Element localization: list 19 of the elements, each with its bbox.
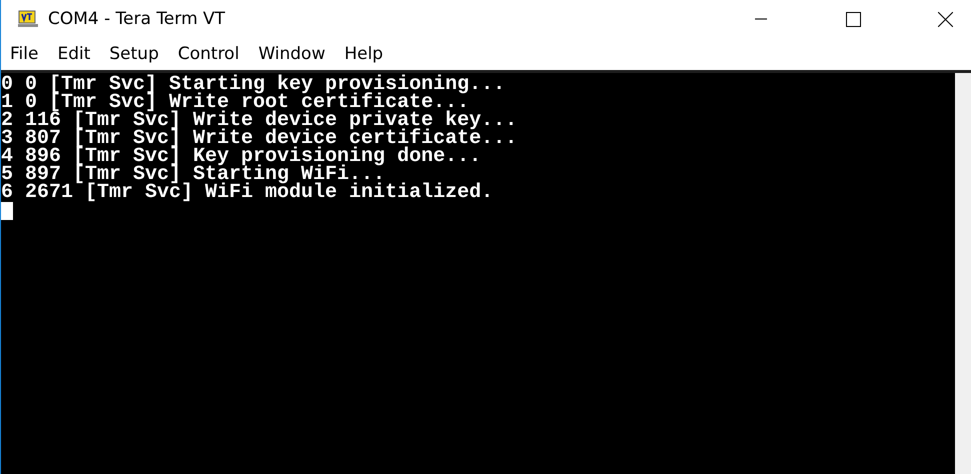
menu-item[interactable]: Control xyxy=(170,44,246,64)
menu-item[interactable]: Setup xyxy=(102,44,166,64)
terminal-line: 5 897 [Tmr Svc] Starting WiFi... xyxy=(1,166,386,184)
menu-item[interactable]: Edit xyxy=(50,44,98,64)
terminal-line: 0 0 [Tmr Svc] Starting key provisioning... xyxy=(1,76,506,94)
menu-item[interactable]: File xyxy=(3,44,46,64)
window-title: COM4 - Tera Term VT xyxy=(48,9,226,29)
cursor-block xyxy=(1,202,13,220)
terminal-line: 4 896 [Tmr Svc] Key provisioning done... xyxy=(1,148,482,166)
terminal-line: 1 0 [Tmr Svc] Write root certificate... xyxy=(1,94,470,112)
maximize-icon[interactable] xyxy=(846,12,860,26)
menu-item[interactable]: Help xyxy=(337,44,390,64)
close-icon[interactable] xyxy=(938,12,952,26)
minimize-icon[interactable] xyxy=(755,18,767,20)
terminal-line: 3 807 [Tmr Svc] Write device certificate... xyxy=(1,130,518,148)
menu-item[interactable]: Window xyxy=(251,44,332,64)
terminal-line: 2 116 [Tmr Svc] Write device private key... xyxy=(1,112,518,130)
terminal-line: 6 2671 [Tmr Svc] WiFi module initialized. xyxy=(1,184,494,202)
app-icon xyxy=(18,10,38,28)
